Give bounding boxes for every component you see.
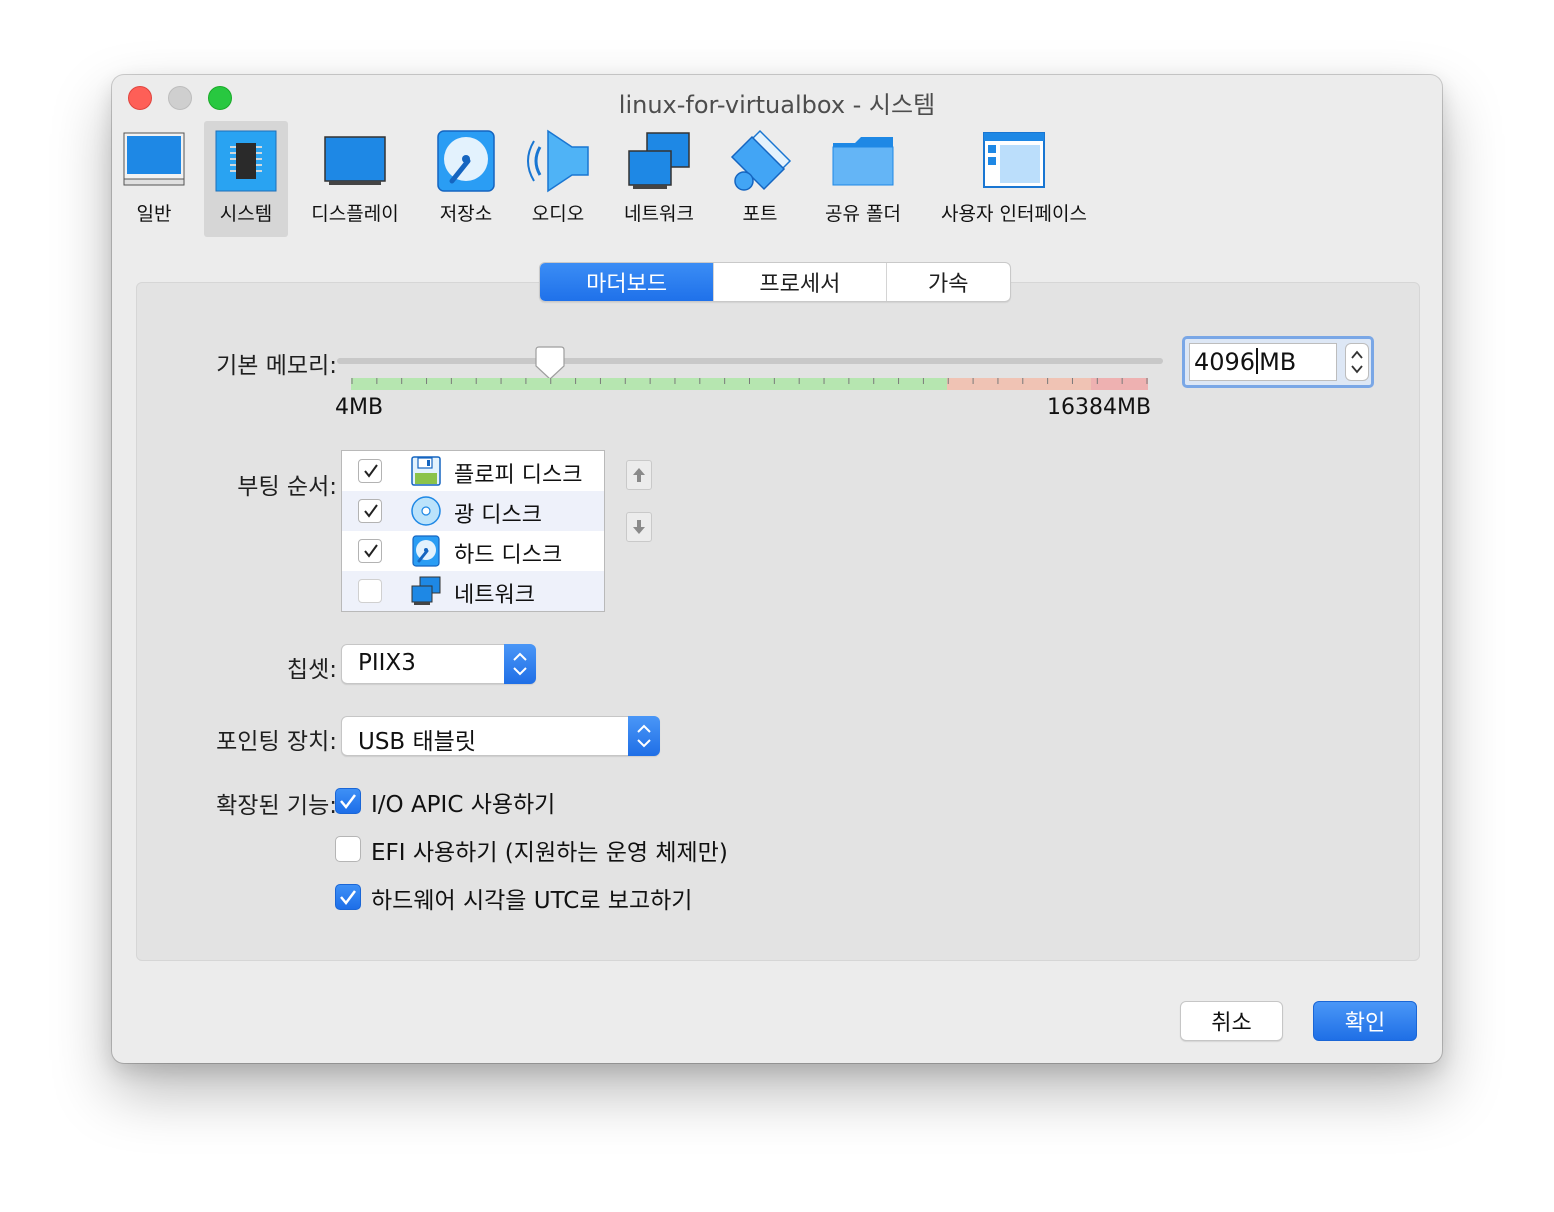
boot-network-checkbox[interactable] (358, 579, 382, 603)
toolbar-item-user-interface[interactable]: 사용자 인터페이스 (938, 121, 1090, 237)
hard-disk-icon (412, 535, 440, 567)
chevron-updown-icon (637, 724, 651, 748)
tab-processor[interactable]: 프로세서 (714, 263, 887, 301)
boot-move-down-button[interactable] (626, 512, 652, 542)
user-interface-icon (983, 132, 1045, 188)
toolbar-label-user-interface: 사용자 인터페이스 (941, 203, 1087, 225)
boot-item-label: 네트워크 (454, 583, 535, 608)
memory-spinbox: 4096 MB (1182, 336, 1374, 388)
tab-motherboard[interactable]: 마더보드 (540, 263, 715, 301)
chipset-select-button[interactable] (504, 644, 536, 684)
io-apic-checkbox[interactable] (335, 788, 361, 814)
boot-move-up-button[interactable] (626, 460, 652, 490)
utc-clock-label[interactable]: 하드웨어 시각을 UTC로 보고하기 (371, 881, 692, 915)
boot-item-label: 하드 디스크 (454, 543, 563, 568)
toolbar-item-display[interactable]: 디스플레이 (308, 121, 402, 237)
tab-bar: 마더보드 프로세서 가속 (539, 262, 1011, 302)
io-apic-label[interactable]: I/O APIC 사용하기 (371, 785, 555, 819)
checkmark-icon (340, 794, 356, 810)
optical-disc-icon (411, 496, 441, 526)
pointing-device-select[interactable]: USB 태블릿 (341, 716, 660, 756)
network-icon (628, 132, 690, 189)
boot-item-label: 플로피 디스크 (454, 463, 583, 488)
toolbar-item-storage[interactable]: 저장소 (430, 121, 502, 237)
toolbar-label-display: 디스플레이 (311, 203, 399, 225)
toolbar-item-network[interactable]: 네트워크 (612, 121, 706, 237)
utc-clock-checkbox[interactable] (335, 884, 361, 910)
toolbar-label-general: 일반 (136, 203, 172, 225)
text-caret (1256, 348, 1259, 374)
memory-stepper[interactable] (1345, 343, 1369, 381)
toolbar-label-system: 시스템 (219, 203, 273, 225)
tab-acceleration[interactable]: 가속 (887, 263, 1010, 301)
general-icon (123, 132, 185, 186)
boot-item-optical[interactable]: 광 디스크 (342, 491, 604, 531)
arrow-down-icon (633, 520, 645, 534)
arrow-up-icon (633, 468, 645, 482)
system-chip-icon (215, 130, 277, 192)
toolbar-label-network: 네트워크 (624, 203, 694, 225)
memory-slider-track[interactable] (337, 358, 1163, 364)
toolbar-label-audio: 오디오 (531, 203, 585, 225)
window-title: linux-for-virtualbox - 시스템 (618, 91, 936, 119)
stepper-arrows-icon (1351, 350, 1363, 374)
ports-icon (730, 129, 792, 191)
chipset-label: 칩셋: (286, 657, 337, 683)
shared-folder-icon (832, 137, 894, 186)
boot-item-floppy[interactable]: 플로피 디스크 (342, 451, 604, 491)
display-monitor-icon (324, 136, 386, 185)
audio-speaker-icon (527, 129, 589, 193)
checkmark-icon (364, 464, 378, 478)
checkmark-icon (340, 890, 356, 906)
boot-hard-disk-checkbox[interactable] (358, 539, 382, 563)
pointing-device-value: USB 태블릿 (358, 729, 477, 755)
boot-item-label: 광 디스크 (454, 503, 542, 528)
settings-toolbar: 일반 시스템 디스플레이 저장소 오디오 네트워크 포트 공유 폴더 사용자 인… (112, 121, 1442, 237)
checkmark-icon (364, 544, 378, 558)
memory-label: 기본 메모리: (216, 353, 337, 379)
chipset-value: PIIX3 (358, 650, 416, 676)
chipset-select[interactable]: PIIX3 (341, 644, 536, 684)
floppy-icon (411, 456, 441, 486)
toolbar-item-shared-folders[interactable]: 공유 폴더 (818, 121, 908, 237)
toolbar-item-general[interactable]: 일반 (118, 121, 190, 237)
toolbar-label-ports: 포트 (742, 203, 778, 225)
memory-slider-thumb[interactable] (534, 346, 566, 380)
boot-optical-checkbox[interactable] (358, 499, 382, 523)
extended-features-label: 확장된 기능: (216, 793, 337, 819)
chevron-updown-icon (513, 652, 527, 676)
boot-order-label: 부팅 순서: (237, 474, 337, 500)
title-bar: linux-for-virtualbox - 시스템 (112, 75, 1442, 121)
boot-floppy-checkbox[interactable] (358, 459, 382, 483)
memory-unit: MB (1259, 348, 1297, 376)
ok-button[interactable]: 확인 (1313, 1001, 1417, 1041)
checkmark-icon (364, 504, 378, 518)
memory-min-label: 4MB (335, 395, 384, 420)
toolbar-label-storage: 저장소 (439, 203, 493, 225)
network-icon (411, 576, 441, 605)
memory-max-label: 16384MB (1047, 395, 1152, 420)
memory-value: 4096 (1194, 348, 1256, 376)
settings-window: linux-for-virtualbox - 시스템 일반 시스템 디스플레이 … (112, 75, 1442, 1063)
memory-value-input[interactable]: 4096 MB (1189, 343, 1337, 381)
toolbar-label-shared-folders: 공유 폴더 (825, 203, 901, 225)
cancel-button[interactable]: 취소 (1180, 1001, 1283, 1041)
settings-panel: 기본 메모리: 4MB 16384MB 4096 MB 부팅 순서: 플로피 디… (136, 282, 1420, 961)
pointing-select-button[interactable] (628, 716, 660, 756)
storage-disk-icon (437, 130, 495, 192)
toolbar-item-ports[interactable]: 포트 (724, 121, 796, 237)
boot-item-network[interactable]: 네트워크 (342, 571, 604, 611)
pointing-device-label: 포인팅 장치: (216, 729, 337, 755)
toolbar-item-audio[interactable]: 오디오 (520, 121, 596, 237)
boot-order-list: 플로피 디스크 광 디스크 하드 디스크 네트워크 (341, 450, 605, 612)
efi-label[interactable]: EFI 사용하기 (지원하는 운영 체제만) (371, 833, 728, 867)
boot-item-hard-disk[interactable]: 하드 디스크 (342, 531, 604, 571)
memory-scale (351, 378, 1148, 390)
toolbar-item-system[interactable]: 시스템 (204, 121, 288, 237)
efi-checkbox[interactable] (335, 836, 361, 862)
